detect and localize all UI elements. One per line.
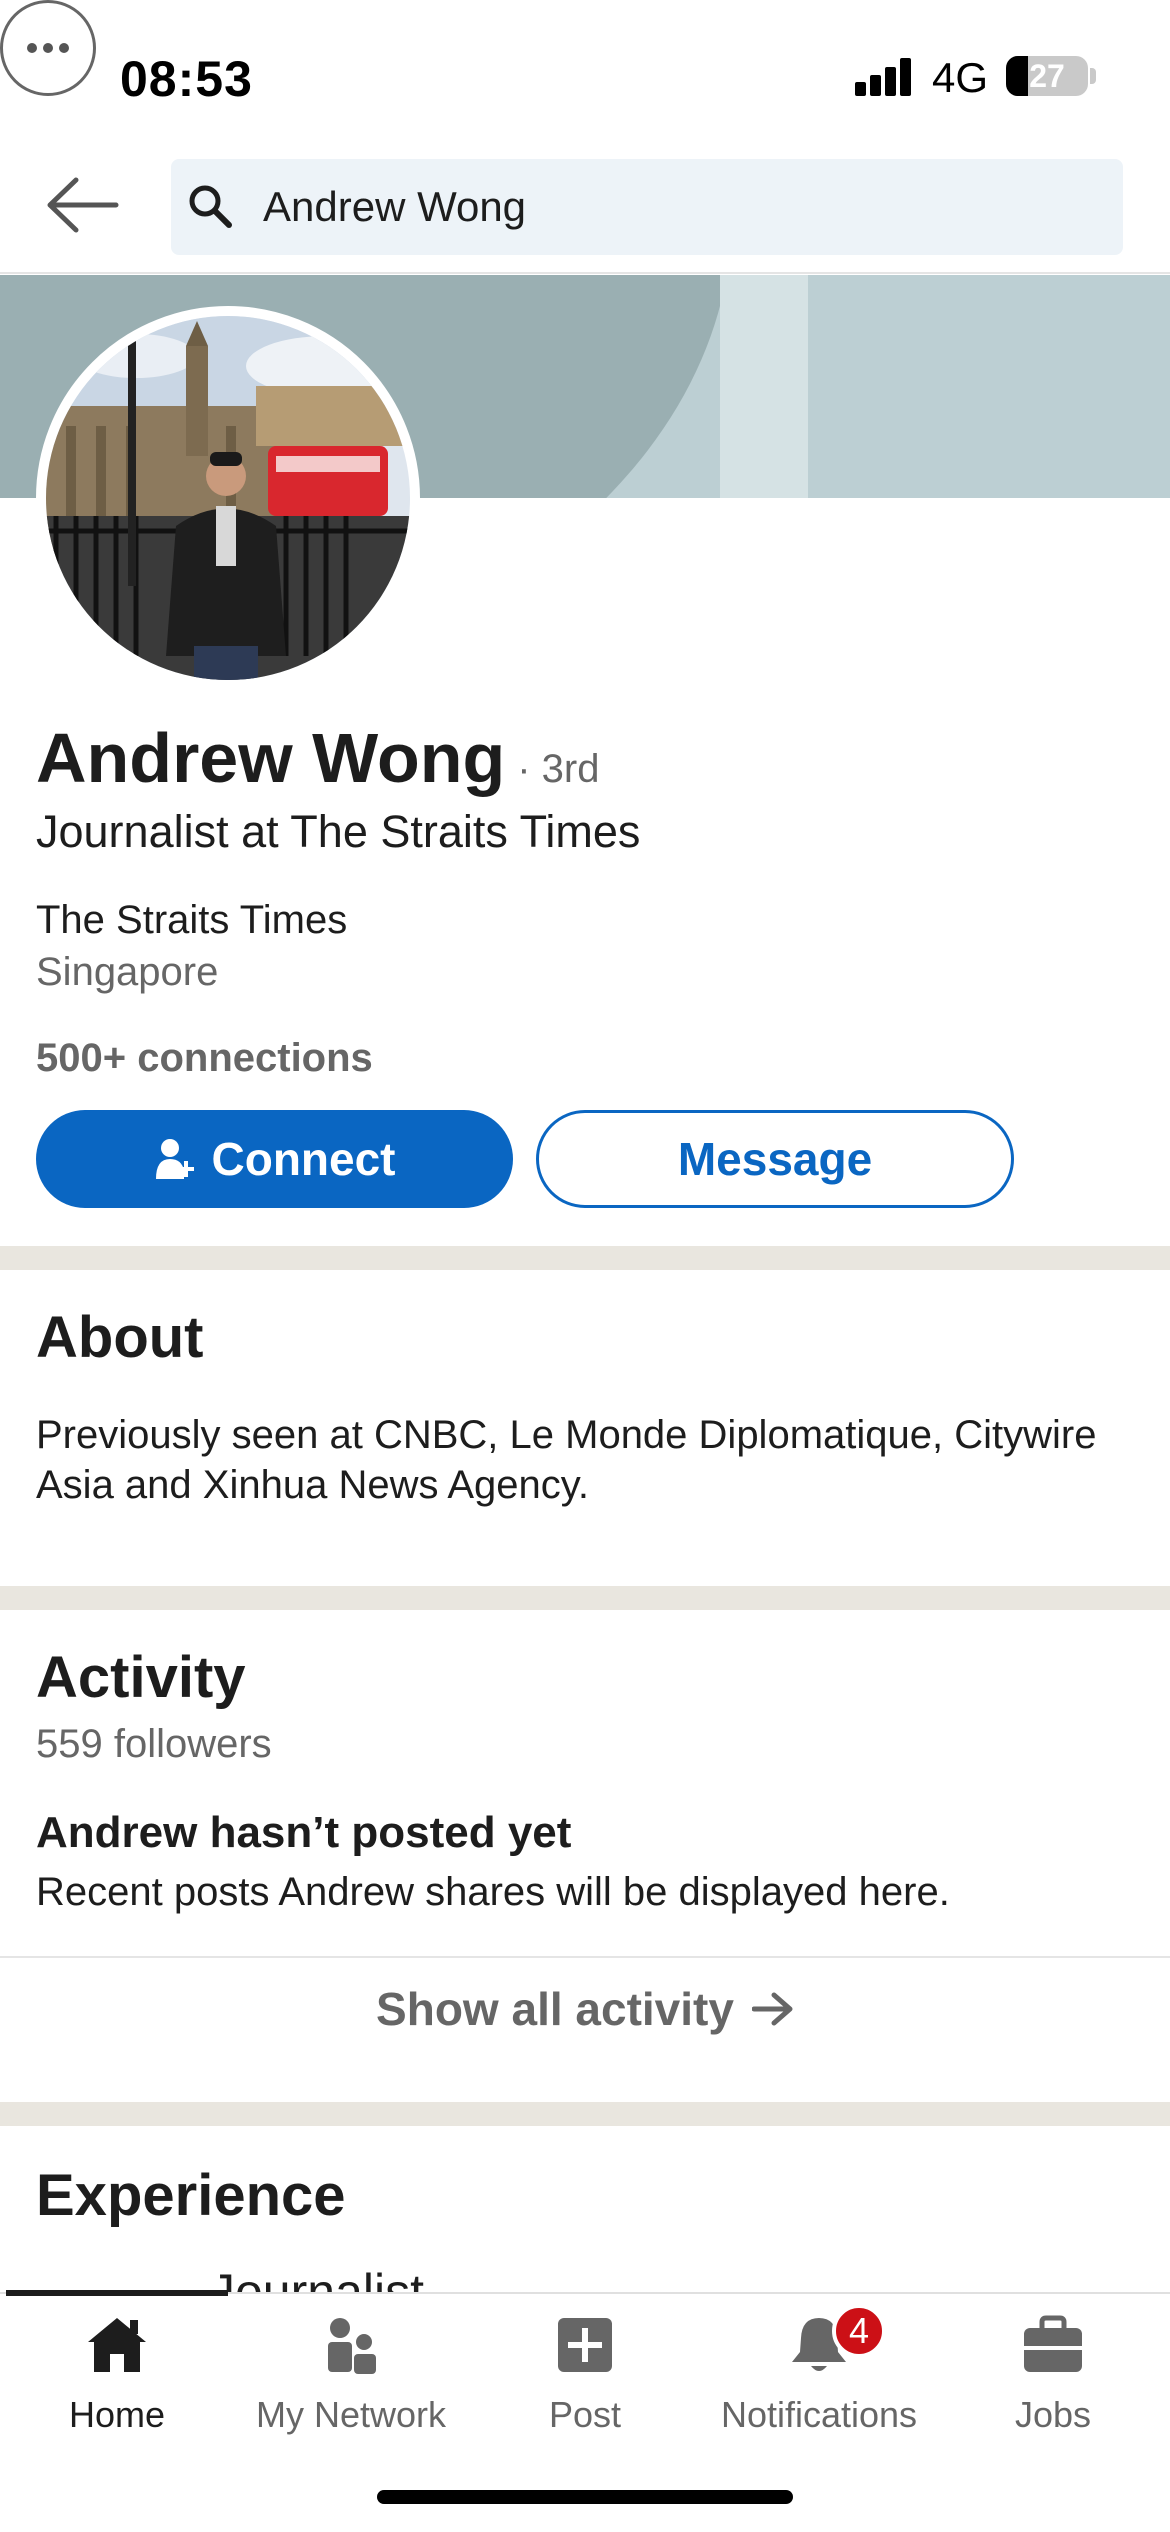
back-button[interactable] <box>44 172 120 238</box>
profile-headline: Journalist at The Straits Times <box>36 806 641 857</box>
nav-item-jobs[interactable]: Jobs <box>936 2294 1170 2444</box>
status-bar: 08:53 4G 27 <box>0 0 1170 150</box>
name-row: Andrew Wong · 3rd <box>36 718 599 798</box>
no-posts-title: Andrew hasn’t posted yet <box>36 1808 572 1857</box>
followers-count: 559 followers <box>36 1722 272 1766</box>
profile-avatar[interactable] <box>36 306 420 690</box>
battery-nub <box>1090 68 1096 84</box>
nav-label: Jobs <box>1014 2394 1092 2435</box>
section-divider <box>0 2102 1170 2126</box>
show-all-label: Show all activity <box>376 1983 734 2035</box>
nav-item-my-network[interactable]: My Network <box>234 2294 468 2444</box>
no-posts-text: Recent posts Andrew shares will be displ… <box>36 1870 950 1914</box>
nav-label: Post <box>548 2394 622 2435</box>
nav-item-home[interactable]: Home <box>0 2294 234 2444</box>
connect-button[interactable]: Connect <box>36 1110 513 1208</box>
nav-label: My Network <box>255 2394 447 2435</box>
nav-item-post[interactable]: Post <box>468 2294 702 2444</box>
battery-icon: 27 <box>1006 56 1088 96</box>
battery-level: 27 <box>1029 58 1065 94</box>
connect-label: Connect <box>211 1133 396 1185</box>
nav-label: Notifications <box>720 2394 918 2435</box>
experience-title: Experience <box>36 2163 346 2228</box>
post-icon <box>558 2318 612 2372</box>
nav-item-notifications[interactable]: 4 Notifications <box>702 2294 936 2444</box>
activity-title: Activity <box>36 1645 246 1710</box>
add-person-icon <box>155 1139 194 1179</box>
connection-degree: · 3rd <box>517 747 600 791</box>
message-button[interactable]: Message <box>536 1110 1014 1208</box>
section-divider <box>0 1586 1170 1610</box>
briefcase-icon <box>1024 2315 1082 2372</box>
about-title: About <box>36 1305 204 1370</box>
arrow-right-icon <box>751 1992 793 2026</box>
connections-count[interactable]: 500+ connections <box>36 1036 373 1081</box>
section-divider <box>0 1246 1170 1270</box>
message-label: Message <box>677 1133 873 1185</box>
about-text: Previously seen at CNBC, Le Monde Diplom… <box>36 1413 1097 1507</box>
notification-badge: 4 <box>832 2304 886 2358</box>
experience-item-peek[interactable]: Journalist <box>210 2262 424 2292</box>
home-indicator[interactable] <box>377 2490 793 2504</box>
network-icon <box>328 2318 376 2374</box>
search-bar[interactable]: Andrew Wong <box>171 159 1123 255</box>
search-input[interactable]: Andrew Wong <box>263 159 526 255</box>
status-time: 08:53 <box>120 51 253 107</box>
profile-location: Singapore <box>36 950 219 994</box>
signal-icon <box>855 58 915 96</box>
search-header: Andrew Wong <box>0 150 1170 274</box>
nav-label: Home <box>68 2394 166 2435</box>
profile-name: Andrew Wong <box>36 719 506 797</box>
network-type: 4G <box>932 54 989 101</box>
back-arrow-icon <box>47 177 119 233</box>
cover-band-shape <box>720 275 808 498</box>
profile-company[interactable]: The Straits Times <box>36 898 347 943</box>
home-icon <box>88 2318 146 2372</box>
search-icon <box>189 185 232 228</box>
show-all-activity-button[interactable]: Show all activity <box>0 1958 1170 2060</box>
avatar-photo <box>46 316 410 680</box>
